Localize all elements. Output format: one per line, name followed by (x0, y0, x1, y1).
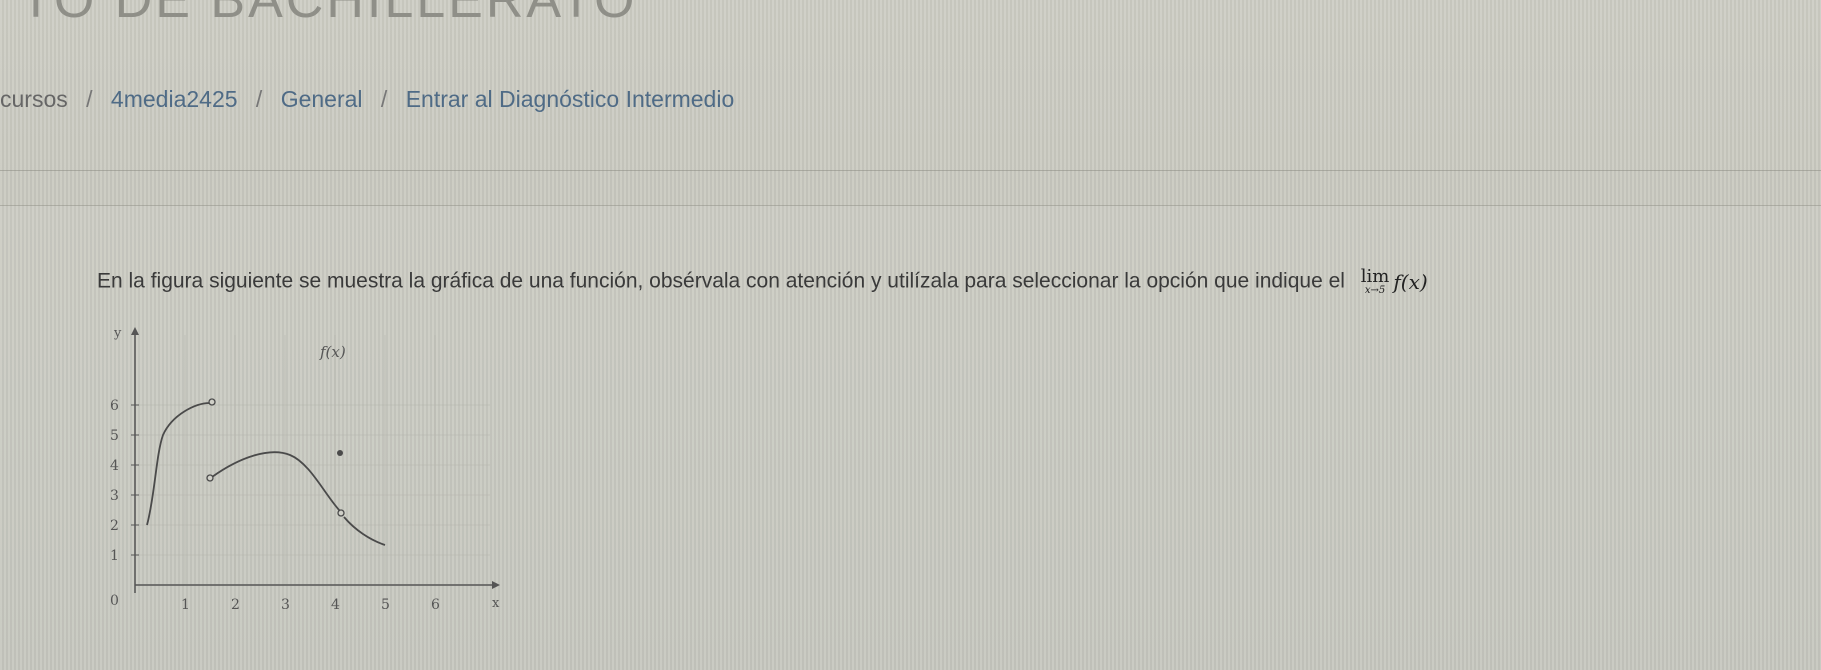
open-point (208, 398, 216, 406)
function-graph-svg: y x 0 1 2 3 4 5 6 1 2 3 4 5 6 f(x) (110, 326, 500, 613)
x-axis-arrow (492, 581, 500, 589)
breadcrumb-course[interactable]: 4media2425 (111, 86, 238, 112)
grid (135, 335, 490, 585)
breadcrumb-quiz[interactable]: Entrar al Diagnóstico Intermedio (406, 86, 735, 112)
breadcrumb-separator: / (86, 86, 93, 112)
y-tick-label: 3 (110, 488, 119, 504)
filled-point (337, 450, 343, 456)
x-tick-label: 1 (181, 597, 190, 613)
x-tick-labels: 1 2 3 4 5 6 (181, 597, 440, 613)
course-title: TO DE BACHILLERATO (20, 0, 638, 29)
limit-function: f(x) (1393, 270, 1428, 294)
header-divider (0, 170, 1821, 171)
y-axis-label: y (113, 326, 122, 341)
y-tick-label: 1 (110, 548, 119, 564)
curve-segment-left (146, 402, 211, 526)
x-axis-label: x (492, 596, 500, 611)
curve-segment-right (343, 516, 386, 546)
x-tick-label: 5 (381, 597, 390, 613)
breadcrumb: cursos / 4media2425 / General / Entrar a… (0, 86, 734, 113)
y-tick-labels: 1 2 3 4 5 6 (110, 398, 119, 564)
limit-lim: lim (1360, 266, 1390, 287)
y-tick-label: 2 (110, 518, 119, 534)
limit-subscript: x→5 (1364, 285, 1386, 296)
limit-expression: lim x→5 f(x) (1361, 268, 1428, 296)
y-tick-label: 4 (110, 458, 119, 474)
y-tick-label: 6 (110, 398, 119, 414)
x-tick-label: 3 (281, 597, 290, 613)
y-axis-arrow (131, 327, 139, 335)
curve-segment-middle (211, 451, 341, 512)
open-point (337, 509, 345, 517)
breadcrumb-cursos[interactable]: cursos (0, 86, 68, 112)
breadcrumb-separator: / (380, 86, 388, 112)
x-tick-label: 2 (231, 597, 240, 613)
function-graph: y x 0 1 2 3 4 5 6 1 2 3 4 5 6 f(x) (100, 325, 510, 630)
breadcrumb-separator: / (255, 86, 263, 112)
function-label: f(x) (319, 343, 346, 361)
question-text: En la figura siguiente se muestra la grá… (97, 269, 1345, 293)
x-tick-label: 6 (431, 597, 440, 613)
origin-label: 0 (110, 593, 119, 609)
breadcrumb-general[interactable]: General (281, 86, 363, 112)
x-tick-label: 4 (331, 597, 340, 613)
question-prompt: En la figura siguiente se muestra la grá… (97, 268, 1428, 296)
open-point (206, 474, 214, 482)
y-tick-label: 5 (110, 428, 119, 444)
